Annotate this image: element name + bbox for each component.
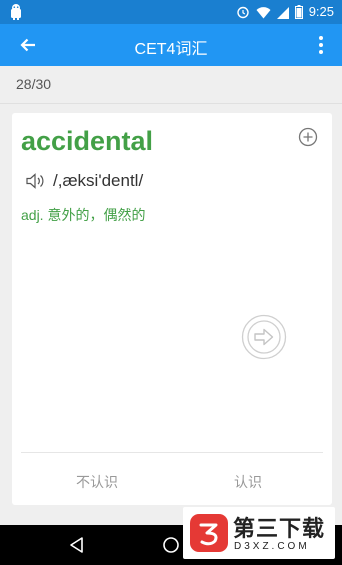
watermark-title: 第三下载 [233, 516, 326, 541]
watermark-logo-icon [190, 514, 228, 552]
page-title: CET4词汇 [134, 41, 208, 58]
signal-icon [276, 6, 289, 19]
meaning-text: adj. 意外的，偶然的 [21, 207, 146, 223]
app-bar: CET4词汇 [0, 24, 342, 66]
add-circle-icon[interactable] [298, 127, 318, 147]
card-divider [21, 452, 323, 453]
speaker-icon[interactable] [25, 172, 47, 190]
progress-counter: 28/30 [16, 76, 52, 92]
more-vert-icon[interactable] [314, 35, 328, 55]
word-card: accidental /,æksi'dentl/ adj. 意外的，偶然的 不认… [12, 113, 332, 505]
next-arrow-icon[interactable] [241, 314, 287, 360]
divider [0, 103, 342, 104]
dont-know-button[interactable]: 不认识 [76, 472, 118, 492]
status-bar: 9:25 [0, 0, 342, 24]
alarm-icon [236, 6, 249, 19]
battery-icon [294, 5, 303, 19]
know-button[interactable]: 认识 [234, 472, 262, 492]
watermark-subtitle: D3XZ.COM [234, 541, 310, 552]
status-time: 9:25 [308, 4, 334, 19]
watermark: 第三下载 D3XZ.COM [183, 507, 335, 559]
nav-home-icon[interactable] [162, 536, 180, 554]
phonetic-row: /,æksi'dentl/ [25, 171, 143, 191]
wifi-icon [256, 6, 271, 18]
word-text: accidental [21, 126, 154, 156]
phonetic-text: /,æksi'dentl/ [53, 171, 144, 190]
android-icon [11, 4, 21, 20]
nav-back-icon[interactable] [68, 536, 86, 554]
